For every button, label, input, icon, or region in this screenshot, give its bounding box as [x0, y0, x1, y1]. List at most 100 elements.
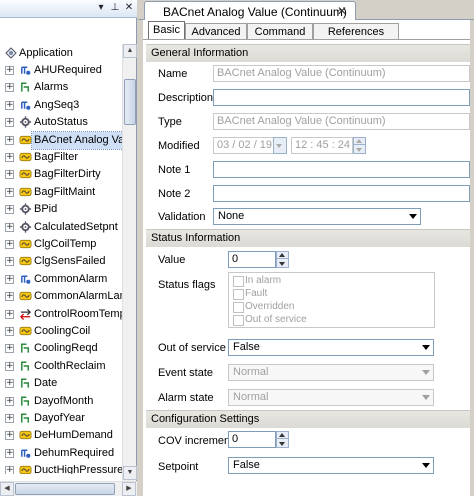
- tab-basic[interactable]: Basic: [148, 21, 185, 40]
- setpoint-dropdown[interactable]: False: [228, 457, 434, 474]
- green-node-icon: [21, 378, 30, 388]
- tab-command[interactable]: Command: [247, 23, 313, 40]
- tree-item[interactable]: + CommonAlarmLamp: [0, 288, 122, 305]
- expand-icon[interactable]: +: [5, 170, 14, 180]
- expand-icon[interactable]: +: [5, 379, 14, 389]
- alarm-state-label: Alarm state: [158, 392, 214, 404]
- tab-close-icon[interactable]: ✕: [337, 4, 347, 18]
- expand-icon[interactable]: +: [5, 344, 14, 354]
- tree-horizontal-scrollbar[interactable]: ◀ ▶: [0, 481, 137, 496]
- tree-item-label: DehumRequired: [34, 446, 115, 459]
- gear-icon: [19, 221, 32, 233]
- tree-item[interactable]: + AngSeq3: [0, 97, 122, 114]
- cov-increment-spinner[interactable]: [276, 431, 289, 448]
- expand-icon[interactable]: +: [5, 292, 14, 302]
- tree-item[interactable]: + BagFiltMaint: [0, 184, 122, 201]
- tab-advanced[interactable]: Advanced: [185, 23, 247, 40]
- validation-dropdown[interactable]: None: [213, 208, 421, 225]
- scroll-right-icon[interactable]: ▶: [122, 482, 136, 496]
- tree-item[interactable]: + Date: [0, 375, 122, 392]
- subtab-divider: [143, 39, 474, 40]
- tree-item-label: BagFiltMaint: [34, 185, 96, 198]
- document-tabstrip: BACnet Analog Value (Continuum) ✕: [138, 0, 474, 21]
- tree-item[interactable]: + CommonAlarm: [0, 271, 122, 288]
- value-field[interactable]: 0: [228, 251, 276, 268]
- pin-icon[interactable]: ⊥: [109, 2, 121, 14]
- tree-item[interactable]: + BACnet Analog Valu: [0, 130, 122, 150]
- expand-icon[interactable]: +: [5, 309, 14, 319]
- checkbox-icon: [233, 315, 244, 326]
- tree-item[interactable]: + BPid: [0, 201, 122, 218]
- scroll-left-icon[interactable]: ◀: [0, 482, 14, 496]
- expand-icon[interactable]: +: [5, 414, 14, 423]
- expand-icon[interactable]: +: [5, 222, 14, 232]
- out-of-service-dropdown[interactable]: False: [228, 339, 434, 356]
- tree-item[interactable]: + DeHumDemand: [0, 427, 122, 444]
- checkbox-icon: [233, 289, 244, 300]
- note2-label: Note 2: [158, 188, 191, 200]
- note2-field[interactable]: [213, 185, 470, 202]
- tree-item[interactable]: + AutoStatus: [0, 114, 122, 131]
- expand-icon[interactable]: +: [5, 466, 14, 474]
- hscroll-thumb[interactable]: [15, 483, 115, 495]
- cov-increment-field[interactable]: 0: [228, 431, 276, 448]
- expand-icon[interactable]: +: [5, 83, 14, 93]
- name-label: Name: [158, 68, 188, 80]
- expand-icon[interactable]: +: [5, 100, 14, 110]
- expand-icon[interactable]: +: [5, 118, 14, 128]
- cov-increment-label: COV increment: [158, 435, 234, 447]
- property-editor: Basic Advanced Command References Genera…: [143, 20, 474, 496]
- expand-icon[interactable]: +: [5, 257, 14, 267]
- scroll-up-icon[interactable]: ▲: [123, 44, 137, 58]
- green-node-icon: [21, 343, 30, 354]
- note1-field[interactable]: [213, 161, 470, 178]
- document-tab[interactable]: BACnet Analog Value (Continuum) ✕: [144, 1, 356, 21]
- tree-vertical-scrollbar[interactable]: ▲ ▼: [122, 44, 137, 481]
- tab-references[interactable]: References: [313, 23, 399, 40]
- tree-item-label: BagFilterDirty: [34, 168, 101, 181]
- out-of-service-label: Out of service: [158, 342, 226, 354]
- tree-item[interactable]: + CoolthReclaim: [0, 358, 122, 375]
- expand-icon[interactable]: +: [5, 135, 14, 145]
- expand-icon[interactable]: +: [5, 205, 14, 215]
- blue-node-icon: [21, 101, 31, 110]
- tree-item[interactable]: + AHURequired: [0, 62, 122, 79]
- tree-item[interactable]: + Alarms: [0, 79, 122, 96]
- scroll-down-icon[interactable]: ▼: [123, 466, 137, 480]
- value-spinner[interactable]: [276, 251, 289, 268]
- tree-item[interactable]: + ClgSensFailed: [0, 253, 122, 270]
- tree-item[interactable]: + BagFilter: [0, 149, 122, 166]
- expand-icon[interactable]: +: [5, 448, 14, 458]
- scroll-thumb[interactable]: [124, 79, 136, 125]
- tree-item-label: BACnet Analog Valu: [31, 130, 122, 150]
- expand-icon[interactable]: +: [5, 274, 14, 284]
- analog-value-icon: [19, 292, 32, 301]
- tree-item[interactable]: + DayofYear: [0, 410, 122, 427]
- checkbox-icon: [233, 302, 244, 313]
- tree-item[interactable]: + ControlRoomTemp: [0, 306, 122, 323]
- chevron-down-icon: [422, 463, 430, 468]
- expand-icon[interactable]: +: [5, 240, 14, 249]
- expand-icon[interactable]: +: [5, 66, 14, 75]
- tree-item[interactable]: + DuctHighPressure: [0, 462, 122, 474]
- tree-item[interactable]: + DehumRequired: [0, 445, 122, 462]
- tree-item[interactable]: + CoolingCoil: [0, 323, 122, 340]
- tree-item-label: CoolthReclaim: [34, 359, 106, 372]
- dropdown-icon[interactable]: ▾: [95, 2, 107, 14]
- tree-item[interactable]: + BagFilterDirty: [0, 166, 122, 183]
- tree-item[interactable]: + CoolingReqd: [0, 340, 122, 357]
- description-field[interactable]: [213, 89, 470, 106]
- expand-icon[interactable]: +: [5, 361, 14, 371]
- expand-icon[interactable]: +: [5, 153, 14, 162]
- arrows-icon: [20, 308, 31, 320]
- expand-icon[interactable]: +: [5, 396, 14, 406]
- analog-value-icon: [19, 152, 32, 162]
- type-field: BACnet Analog Value (Continuum): [213, 113, 470, 130]
- tree-item[interactable]: + DayofMonth: [0, 393, 122, 410]
- tree-item[interactable]: + CalculatedSetpnt: [0, 219, 122, 236]
- tree-item[interactable]: + ClgCoilTemp: [0, 236, 122, 253]
- close-icon[interactable]: ✕: [123, 2, 135, 14]
- expand-icon[interactable]: +: [5, 187, 14, 197]
- expand-icon[interactable]: +: [5, 327, 14, 336]
- expand-icon[interactable]: +: [5, 431, 14, 441]
